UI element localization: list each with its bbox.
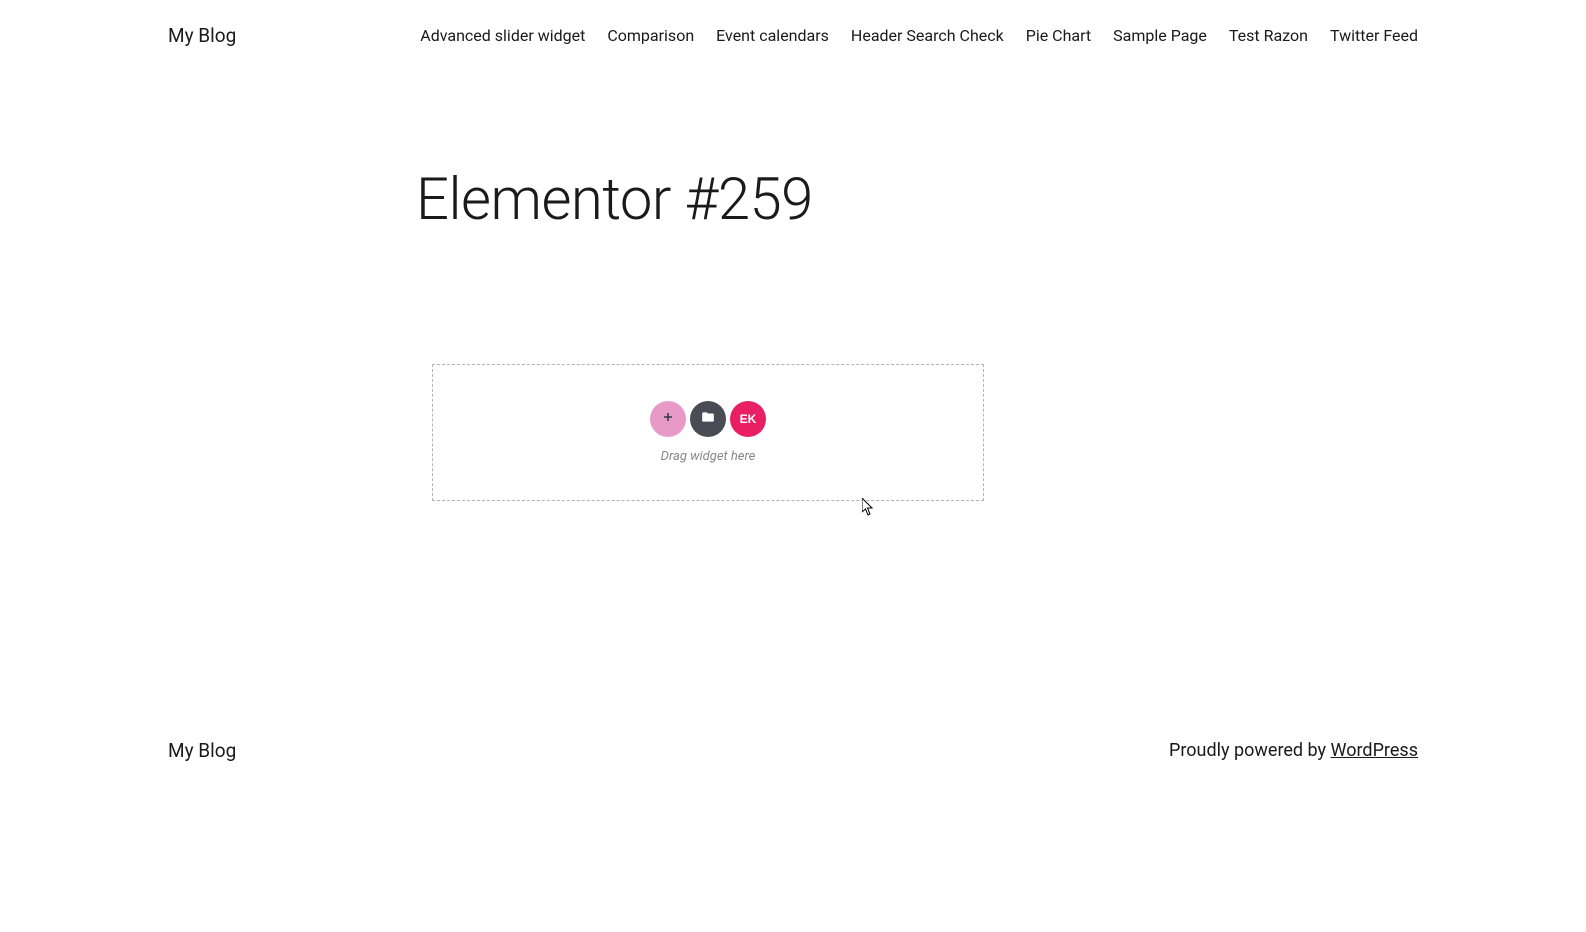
footer-credit: Proudly powered by WordPress	[1169, 740, 1418, 761]
ek-icon: EK	[740, 412, 757, 426]
powered-by-text: Proudly powered by	[1169, 740, 1331, 761]
nav-item-advanced-slider[interactable]: Advanced slider widget	[420, 26, 585, 45]
add-section-button[interactable]	[650, 401, 686, 437]
nav-item-sample-page[interactable]: Sample Page	[1113, 26, 1207, 45]
site-title[interactable]: My Blog	[168, 24, 236, 47]
cursor-icon	[862, 498, 876, 520]
editor-button-group: EK	[650, 401, 766, 437]
elementor-drop-area[interactable]: EK Drag widget here	[432, 364, 984, 501]
wordpress-link[interactable]: WordPress	[1331, 740, 1418, 761]
page-title: Elementor #259	[416, 166, 1586, 234]
site-header: My Blog Advanced slider widget Compariso…	[0, 0, 1586, 71]
nav-item-test-razon[interactable]: Test Razon	[1229, 26, 1308, 45]
nav-menu: Advanced slider widget Comparison Event …	[420, 26, 1418, 45]
template-library-button[interactable]	[690, 401, 726, 437]
folder-icon	[701, 410, 715, 429]
nav-item-comparison[interactable]: Comparison	[607, 26, 694, 45]
nav-item-pie-chart[interactable]: Pie Chart	[1026, 26, 1091, 45]
nav-item-header-search-check[interactable]: Header Search Check	[851, 26, 1004, 45]
nav-item-twitter-feed[interactable]: Twitter Feed	[1330, 26, 1418, 45]
footer-site-title[interactable]: My Blog	[168, 739, 236, 762]
drag-hint-text: Drag widget here	[661, 449, 756, 464]
nav-item-event-calendars[interactable]: Event calendars	[716, 26, 829, 45]
plus-icon	[661, 410, 675, 429]
elementskit-button[interactable]: EK	[730, 401, 766, 437]
site-footer: My Blog Proudly powered by WordPress	[0, 739, 1586, 762]
